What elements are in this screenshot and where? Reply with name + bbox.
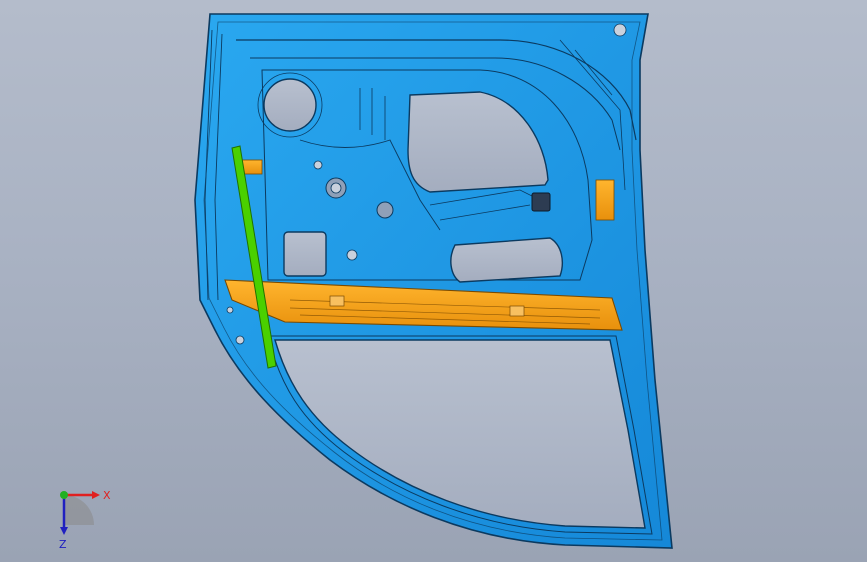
coordinate-triad[interactable]: X Z <box>44 480 114 550</box>
triad-shade <box>64 495 94 525</box>
z-axis-arrow <box>60 527 68 535</box>
mounting-hole <box>376 201 394 219</box>
mounting-hole <box>313 160 323 170</box>
x-axis-arrow <box>92 491 100 499</box>
y-axis-origin <box>60 491 68 499</box>
cad-graphics-viewport[interactable]: X Z <box>0 0 867 562</box>
lower-access-opening <box>450 237 563 283</box>
belt-clip <box>509 305 525 317</box>
door-panel-model[interactable] <box>0 0 867 562</box>
mounting-hole <box>346 249 358 261</box>
bracket-right <box>595 179 615 221</box>
square-access-opening <box>283 231 327 277</box>
x-axis-label: X <box>103 489 111 502</box>
mounting-hole <box>235 335 245 345</box>
mounting-hole <box>226 306 234 314</box>
z-axis-label: Z <box>59 538 67 550</box>
speaker-hole <box>263 78 317 132</box>
latch-block <box>531 192 551 212</box>
mounting-hole <box>613 23 627 37</box>
belt-clip <box>329 295 345 307</box>
mounting-hole <box>330 182 342 194</box>
